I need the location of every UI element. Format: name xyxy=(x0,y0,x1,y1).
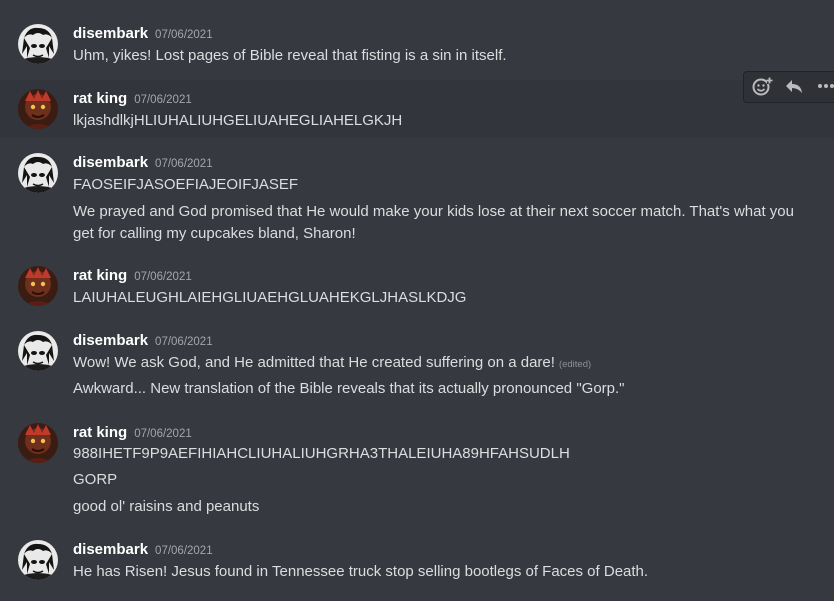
username[interactable]: disembark xyxy=(73,25,148,42)
message-text: Awkward... New translation of the Bible … xyxy=(73,380,625,397)
message-toolbar xyxy=(743,71,834,103)
reply-icon xyxy=(784,76,804,101)
message-text: lkjashdlkjHLIUHALIUHGELIUAHEGLIAHELGKJH xyxy=(73,112,403,129)
message-timestamp[interactable]: 07/06/2021 xyxy=(155,29,213,41)
message-text: FAOSEIFJASOEFIAJEOIFJASEF xyxy=(73,176,299,193)
reply-button[interactable] xyxy=(781,75,807,101)
message-header: rat king 07/06/2021 xyxy=(73,89,192,109)
add-reaction-icon xyxy=(751,75,773,102)
message-header: disembark 07/06/2021 xyxy=(73,331,213,351)
message-text: We prayed and God promised that He would… xyxy=(73,203,794,220)
more-options-button[interactable] xyxy=(813,75,834,101)
username[interactable]: rat king xyxy=(73,90,127,107)
message-group: disembark 07/06/2021 Uhm, yikes! Lost pag… xyxy=(0,24,834,64)
message-timestamp[interactable]: 07/06/2021 xyxy=(155,336,213,348)
message-group: rat king 07/06/2021 988IHETF9P9AEFIHIAHCL… xyxy=(0,423,834,519)
username[interactable]: disembark xyxy=(73,541,148,558)
edited-label: (edited) xyxy=(558,359,592,370)
message-group: disembark 07/06/2021 Wow! We ask God, and… xyxy=(0,331,834,401)
message-header: rat king 07/06/2021 xyxy=(73,423,192,443)
username[interactable]: rat king xyxy=(73,267,127,284)
chat-messages: disembark 07/06/2021 Uhm, yikes! Lost pag… xyxy=(0,0,834,601)
add-reaction-button[interactable] xyxy=(749,75,775,101)
avatar-disembark[interactable] xyxy=(18,24,58,64)
avatar-rat-king[interactable] xyxy=(18,423,58,463)
message-timestamp[interactable]: 07/06/2021 xyxy=(134,271,192,283)
message-group: rat king 07/06/2021 LAIUHALEUGHLAIEHGLIUA… xyxy=(0,266,834,308)
message-text: good ol' raisins and peanuts xyxy=(73,498,260,515)
message-timestamp[interactable]: 07/06/2021 xyxy=(134,428,192,440)
username[interactable]: disembark xyxy=(73,154,148,171)
avatar-rat-king[interactable] xyxy=(18,89,58,129)
more-icon xyxy=(816,76,834,101)
avatar-disembark[interactable] xyxy=(18,540,58,580)
message-text: get for calling my cupcakes bland, Sharo… xyxy=(73,225,356,242)
message-header: rat king 07/06/2021 xyxy=(73,266,192,286)
avatar-disembark[interactable] xyxy=(18,153,58,193)
username[interactable]: disembark xyxy=(73,332,148,349)
username[interactable]: rat king xyxy=(73,424,127,441)
message-group: rat king 07/06/2021 lkjashdlkjHLIUHALIUHG… xyxy=(0,80,834,138)
message-text: 988IHETF9P9AEFIHIAHCLIUHALIUHGRHA3THALEI… xyxy=(73,445,570,462)
message-text: LAIUHALEUGHLAIEHGLIUAEHGLUAHEKGLJHASLKDJ… xyxy=(73,289,467,306)
message-timestamp[interactable]: 07/06/2021 xyxy=(155,545,213,557)
message-text-content: Wow! We ask God, and He admitted that He… xyxy=(73,354,555,371)
avatar-rat-king[interactable] xyxy=(18,266,58,306)
message-text: Wow! We ask God, and He admitted that He… xyxy=(73,353,591,375)
message-group: disembark 07/06/2021 FAOSEIFJASOEFIAJEOIF… xyxy=(0,153,834,245)
message-text: Uhm, yikes! Lost pages of Bible reveal t… xyxy=(73,47,507,64)
avatar-disembark[interactable] xyxy=(18,331,58,371)
message-group: disembark 07/06/2021 He has Risen! Jesus … xyxy=(0,540,834,584)
message-timestamp[interactable]: 07/06/2021 xyxy=(155,158,213,170)
message-text: He has Risen! Jesus found in Tennessee t… xyxy=(73,563,649,580)
message-timestamp[interactable]: 07/06/2021 xyxy=(134,94,192,106)
message-header: disembark 07/06/2021 xyxy=(73,540,213,560)
message-text: GORP xyxy=(73,471,118,488)
message-header: disembark 07/06/2021 xyxy=(73,24,213,44)
message-header: disembark 07/06/2021 xyxy=(73,153,213,173)
